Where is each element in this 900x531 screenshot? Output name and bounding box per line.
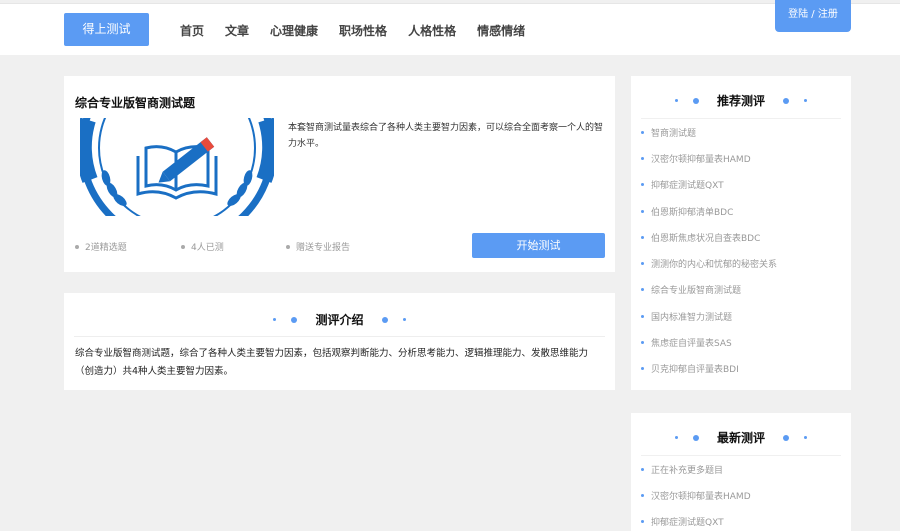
dot-icon (804, 436, 808, 439)
bullet-icon (641, 367, 644, 371)
intro-heading-text: 测评介绍 (315, 313, 364, 327)
dot-icon (381, 316, 388, 323)
dot-icon (783, 97, 790, 104)
quiz-card: 综合专业版智商测试题 本套智商测试量表综合了各种人类主要智力因素，可以综合全面考… (64, 76, 615, 272)
list-item[interactable]: 国内标准智力测试题 (641, 303, 777, 329)
quiz-title: 综合专业版智商测试题 (75, 96, 196, 110)
list-item-label: 抑郁症测试题QXT (651, 518, 724, 529)
meta-taken-count-text: 4人已测 (191, 243, 224, 253)
list-item[interactable]: 汉密尔顿抑郁量表HAMD (641, 145, 777, 171)
bullet-icon (641, 235, 644, 239)
nav-item-emotion[interactable]: 情感情绪 (477, 22, 525, 39)
latest-heading: 最新测评 (631, 429, 851, 446)
bullet-icon (641, 467, 644, 471)
bullet-icon (641, 156, 644, 160)
bullet-icon (641, 314, 644, 318)
recommended-heading: 推荐测评 (631, 92, 851, 109)
dot-icon (804, 99, 808, 102)
meta-taken-count: 4人已测 (181, 240, 224, 253)
dot-icon (674, 436, 678, 439)
list-item[interactable]: 汉密尔顿抑郁量表HAMD (641, 482, 751, 508)
quiz-cover-image (80, 118, 274, 216)
divider (74, 336, 605, 337)
list-item[interactable]: 焦虑症自评量表SAS (641, 329, 777, 355)
latest-heading-text: 最新测评 (716, 431, 765, 445)
bullet-icon (641, 341, 644, 345)
intro-heading: 测评介绍 (64, 311, 615, 328)
recommended-card: 推荐测评 智商测试题 汉密尔顿抑郁量表HAMD 抑郁症测试题QXT 伯恩斯抑郁清… (631, 76, 851, 390)
dot-icon (273, 318, 277, 321)
list-item[interactable]: 测测你的内心和忧郁的秘密关系 (641, 250, 777, 276)
site-logo-button[interactable]: 得上测试 (64, 13, 149, 46)
bullet-icon (641, 183, 644, 187)
nav-item-articles[interactable]: 文章 (225, 22, 249, 39)
list-item-label: 测测你的内心和忧郁的秘密关系 (651, 260, 778, 271)
bullet-icon (641, 520, 644, 524)
list-item[interactable]: 伯恩斯抑郁清单BDC (641, 198, 777, 224)
dot-icon (402, 318, 406, 321)
latest-card: 最新测评 正在补充更多题目 汉密尔顿抑郁量表HAMD 抑郁症测试题QXT (631, 413, 851, 531)
list-item[interactable]: 智商测试题 (641, 119, 777, 145)
list-item-label: 伯恩斯焦虑状况自查表BDC (651, 233, 761, 244)
recommended-heading-text: 推荐测评 (716, 94, 765, 108)
meta-report: 赠送专业报告 (286, 240, 350, 253)
dot-icon (692, 97, 699, 104)
list-item[interactable]: 抑郁症测试题QXT (641, 172, 777, 198)
list-item[interactable]: 综合专业版智商测试题 (641, 277, 777, 303)
dot-icon (674, 99, 678, 102)
latest-list: 正在补充更多题目 汉密尔顿抑郁量表HAMD 抑郁症测试题QXT (641, 456, 751, 531)
nav-item-home[interactable]: 首页 (180, 22, 204, 39)
bullet-icon (75, 244, 79, 249)
list-item-label: 贝克抑郁自评量表BDI (651, 365, 739, 376)
dot-icon (783, 434, 790, 441)
intro-card: 测评介绍 综合专业版智商测试题，综合了各种人类主要智力因素，包括观察判断能力、分… (64, 293, 615, 390)
meta-report-text: 赠送专业报告 (296, 243, 351, 253)
bullet-icon (641, 493, 644, 497)
nav-item-personality[interactable]: 人格性格 (408, 22, 456, 39)
list-item-label: 汉密尔顿抑郁量表HAMD (651, 154, 751, 165)
list-item-label: 汉密尔顿抑郁量表HAMD (651, 491, 751, 502)
list-item[interactable]: 贝克抑郁自评量表BDI (641, 356, 777, 382)
bullet-icon (641, 130, 644, 134)
list-item-label: 智商测试题 (651, 128, 697, 139)
dot-icon (692, 434, 699, 441)
top-header: 得上测试 首页 文章 心理健康 职场性格 人格性格 情感情绪 (0, 3, 900, 55)
bullet-icon (286, 244, 290, 249)
list-item-label: 综合专业版智商测试题 (651, 286, 742, 297)
quiz-description: 本套智商测试量表综合了各种人类主要智力因素，可以综合全面考察一个人的智力水平。 (288, 123, 604, 149)
meta-question-count-text: 2道精选题 (85, 243, 127, 253)
list-item-label: 焦虑症自评量表SAS (651, 339, 732, 350)
list-item[interactable]: 正在补充更多题目 (641, 456, 751, 482)
bullet-icon (641, 209, 644, 213)
bullet-icon (181, 244, 185, 249)
list-item-label: 抑郁症测试题QXT (651, 181, 724, 192)
login-register-button[interactable]: 登陆 / 注册 (775, 0, 851, 32)
list-item-label: 国内标准智力测试题 (651, 312, 733, 323)
dot-icon (291, 316, 298, 323)
recommended-list: 智商测试题 汉密尔顿抑郁量表HAMD 抑郁症测试题QXT 伯恩斯抑郁清单BDC … (641, 119, 777, 382)
book-pencil-icon (80, 118, 274, 216)
nav-item-career-personality[interactable]: 职场性格 (339, 22, 387, 39)
nav-item-mental-health[interactable]: 心理健康 (270, 22, 318, 39)
list-item-label: 正在补充更多题目 (651, 465, 724, 476)
meta-question-count: 2道精选题 (75, 240, 127, 253)
bullet-icon (641, 288, 644, 292)
start-test-button[interactable]: 开始测试 (472, 233, 605, 258)
list-item[interactable]: 抑郁症测试题QXT (641, 509, 751, 531)
list-item-label: 伯恩斯抑郁清单BDC (651, 207, 734, 218)
intro-text: 综合专业版智商测试题，综合了各种人类主要智力因素，包括观察判断能力、分析思考能力… (75, 348, 589, 377)
bullet-icon (641, 262, 644, 266)
list-item[interactable]: 伯恩斯焦虑状况自查表BDC (641, 224, 777, 250)
main-nav: 首页 文章 心理健康 职场性格 人格性格 情感情绪 (180, 4, 546, 56)
